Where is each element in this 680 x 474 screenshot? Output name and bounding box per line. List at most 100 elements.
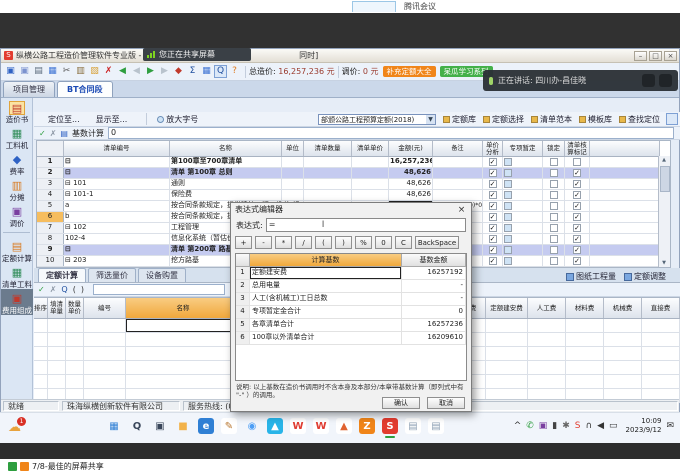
cell-lock[interactable] xyxy=(543,190,565,200)
base-list-row[interactable]: 3 人工(含机械工)工日总数 - xyxy=(236,293,466,306)
task-view-icon[interactable]: ▣ xyxy=(152,418,168,434)
cell-code[interactable]: ⊟ xyxy=(64,157,170,167)
cell-name[interactable] xyxy=(126,375,241,388)
nav-back-disabled-icon[interactable]: ◀ xyxy=(130,65,143,78)
header-quantity[interactable]: 清单数量 xyxy=(304,141,352,156)
close-icon[interactable]: × xyxy=(456,205,467,215)
row-number[interactable]: 10 xyxy=(37,256,64,266)
checkbox-icon[interactable] xyxy=(504,224,512,232)
cell-note[interactable] xyxy=(433,179,483,189)
template-library-button[interactable]: 模板库 xyxy=(579,114,612,125)
base-list-row[interactable]: 4 专项暂定金合计 0 xyxy=(236,306,466,319)
header-special-provisional[interactable]: 专项暂定 xyxy=(503,141,543,156)
cell-check-mark[interactable] xyxy=(565,223,590,233)
cell-note[interactable] xyxy=(433,190,483,200)
header-labor[interactable]: 人工费 xyxy=(528,298,566,318)
cell-check-mark[interactable] xyxy=(565,212,590,222)
cell-check-mark[interactable] xyxy=(565,245,590,255)
checkbox-icon[interactable] xyxy=(489,257,497,265)
paste-icon[interactable]: ▥ xyxy=(74,65,87,78)
cell-price-analysis[interactable] xyxy=(483,212,503,222)
header-unit[interactable]: 单位 xyxy=(282,141,304,156)
header-code[interactable]: 清单编号 xyxy=(64,141,170,156)
operator-key[interactable]: + xyxy=(235,236,252,249)
taskbar-search-icon[interactable]: Q xyxy=(129,418,145,434)
checkbox-icon[interactable] xyxy=(573,224,581,232)
cell-quantity[interactable] xyxy=(304,190,352,200)
search-icon[interactable]: Q xyxy=(61,285,67,294)
checkbox-icon[interactable] xyxy=(573,191,581,199)
cell-special-provisional[interactable] xyxy=(503,201,543,211)
notification-center-icon[interactable]: ✉ xyxy=(666,421,674,431)
print-icon[interactable]: ▤ xyxy=(32,65,45,78)
copy-icon[interactable]: ▦ xyxy=(46,65,59,78)
sidebar-item-labor-material-machine[interactable]: ▦ 工料机 xyxy=(1,124,33,150)
checkbox-icon[interactable] xyxy=(550,213,558,221)
checkbox-icon[interactable] xyxy=(550,257,558,265)
cell-base-name[interactable]: 人工(含机械工)工日总数 xyxy=(250,293,402,305)
cell-base-amount[interactable]: 0 xyxy=(402,306,466,318)
base-list-row[interactable]: 2 总用电量 - xyxy=(236,280,466,293)
checkbox-icon[interactable] xyxy=(550,180,558,188)
cell-special-provisional[interactable] xyxy=(503,179,543,189)
cost-software-icon[interactable]: S xyxy=(382,418,398,434)
cell-special-provisional[interactable] xyxy=(503,234,543,244)
cell-base-name[interactable]: 专项暂定金合计 xyxy=(250,306,402,318)
formula-input[interactable]: 0 xyxy=(108,127,674,139)
share-view-icon[interactable] xyxy=(8,462,17,471)
sidebar-item-cost-book[interactable]: ▤ 造价书 xyxy=(1,98,33,124)
header-fill-quantity[interactable]: 填清单量 xyxy=(48,298,66,318)
cell-price-analysis[interactable] xyxy=(483,234,503,244)
cell-unit[interactable] xyxy=(282,168,304,178)
cell-lock[interactable] xyxy=(543,223,565,233)
checkbox-icon[interactable] xyxy=(550,169,558,177)
cell-quantity[interactable] xyxy=(304,168,352,178)
save-icon[interactable]: ▣ xyxy=(4,65,17,78)
row-number[interactable]: 2 xyxy=(37,168,64,178)
cell-check-mark[interactable] xyxy=(565,256,590,266)
save-all-icon[interactable]: ▣ xyxy=(18,65,31,78)
cell-price-analysis[interactable] xyxy=(483,201,503,211)
cell-name[interactable]: 保险费 xyxy=(170,190,282,200)
cell-check-mark[interactable] xyxy=(565,201,590,211)
zoom-font-button[interactable]: 放大字号 xyxy=(157,114,198,125)
expression-input[interactable]: = I xyxy=(266,218,466,232)
overlay-button-icon[interactable] xyxy=(642,74,655,87)
operator-key[interactable]: C xyxy=(395,236,412,249)
tray-purple-app-icon[interactable]: ▣ xyxy=(539,421,548,431)
row-number[interactable]: 7 xyxy=(37,223,64,233)
cell-base-amount[interactable]: 16257192 xyxy=(402,267,466,279)
header-check-mark[interactable]: 清单核算标记 xyxy=(565,141,590,156)
header-base-amount[interactable]: 基数金额 xyxy=(402,254,466,266)
wps-writer-icon[interactable]: W xyxy=(290,418,306,434)
cell-base-amount[interactable]: - xyxy=(402,293,466,305)
checkbox-icon[interactable] xyxy=(489,224,497,232)
sidebar-item-cost-composition[interactable]: ▣ 费用组成 xyxy=(1,289,33,315)
cell-name[interactable] xyxy=(126,347,241,360)
cell-price-analysis[interactable] xyxy=(483,179,503,189)
checkbox-icon[interactable] xyxy=(489,191,497,199)
checkbox-icon[interactable] xyxy=(573,246,581,254)
wifi-icon[interactable]: ∩ xyxy=(586,421,593,431)
scrollbar-thumb[interactable] xyxy=(660,166,670,192)
checkbox-icon[interactable] xyxy=(504,235,512,243)
table-row[interactable]: 2 ⊟ 清单 第100章 总则 48,626 xyxy=(37,168,660,179)
checkbox-icon[interactable] xyxy=(504,246,512,254)
operator-key[interactable]: 0 xyxy=(375,236,392,249)
cancel-icon[interactable]: ✗ xyxy=(50,129,57,138)
cell-lock[interactable] xyxy=(543,201,565,211)
photos-app-icon[interactable]: ▲ xyxy=(267,418,283,434)
nav-back-icon[interactable]: ◀ xyxy=(116,65,129,78)
share-window-icon[interactable] xyxy=(20,462,29,471)
cell-special-provisional[interactable] xyxy=(503,256,543,266)
z-app-icon[interactable]: Z xyxy=(359,418,375,434)
header-direct-cost[interactable]: 直接费 xyxy=(642,298,680,318)
mountain-app-icon[interactable]: ▲ xyxy=(336,418,352,434)
checkbox-icon[interactable] xyxy=(504,158,512,166)
cell-lock[interactable] xyxy=(543,245,565,255)
header-code[interactable]: 编号 xyxy=(84,298,126,318)
sidebar-item-quota-calc[interactable]: ▤ 定额计算 xyxy=(1,237,33,263)
cell-base-name[interactable]: 100章以外清单合计 xyxy=(250,332,402,344)
volume-icon[interactable]: ◀ xyxy=(597,421,604,431)
row-number[interactable]: 5 xyxy=(37,201,64,211)
